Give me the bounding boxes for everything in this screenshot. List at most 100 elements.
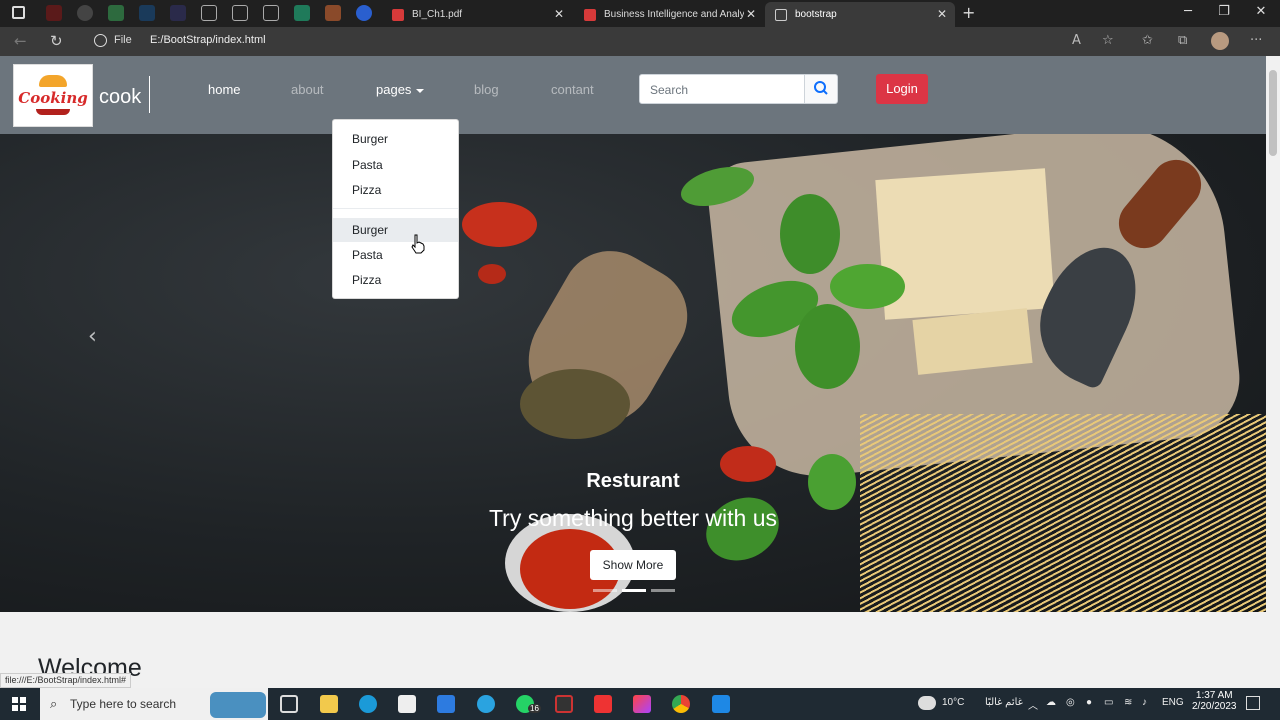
nav-about[interactable]: about (291, 82, 324, 97)
nav-blog[interactable]: blog (474, 82, 499, 97)
pinned-tab-m-icon[interactable] (325, 5, 341, 21)
nav-contant[interactable]: contant (551, 82, 594, 97)
carousel-indicator-active[interactable] (622, 589, 646, 592)
search-button[interactable] (804, 74, 838, 104)
carousel-indicator[interactable] (593, 589, 617, 592)
carousel-subtitle: Try something better with us (488, 505, 778, 531)
url-field[interactable]: E:/BootStrap/index.html (150, 34, 266, 46)
show-more-button[interactable]: Show More (590, 550, 676, 580)
pinned-doc-icon[interactable] (263, 5, 279, 21)
pages-dropdown-menu: Burger Pasta Pizza Burger Pasta Pizza (332, 119, 459, 299)
telegram-icon[interactable] (477, 695, 495, 713)
carousel-indicator[interactable] (651, 589, 675, 592)
close-tab-icon[interactable]: ✕ (554, 7, 564, 21)
pinned-tab-blue-icon[interactable] (356, 5, 372, 21)
dropdown-item-burger[interactable]: Burger (333, 127, 458, 151)
site-navbar: Cooking cook home about pages blog conta… (0, 56, 1266, 134)
taskbar-search-input[interactable]: ⌕ Type here to search (40, 688, 268, 720)
battery-icon[interactable]: ▭ (1104, 697, 1113, 708)
pinned-tab-1-icon[interactable] (46, 5, 62, 21)
wifi-icon[interactable]: ≋ (1124, 697, 1132, 708)
more-icon[interactable]: ··· (1250, 33, 1262, 48)
notifications-icon[interactable] (1246, 696, 1260, 710)
carousel-title: Resturant (586, 470, 680, 492)
page-scrollbar[interactable] (1266, 56, 1280, 688)
tab-business-intelligence[interactable]: Business Intelligence and Analytic ✕ (574, 2, 764, 27)
nav-pages[interactable]: pages (376, 82, 425, 97)
dropdown-item-pasta-2[interactable]: Pasta (333, 243, 458, 267)
windows-start-icon[interactable] (12, 697, 26, 711)
app-red-icon[interactable] (594, 695, 612, 713)
login-button[interactable]: Login (876, 74, 928, 104)
weather-temp[interactable]: 10°C (942, 697, 964, 708)
brand-name[interactable]: cook (99, 86, 141, 109)
search-icon (814, 81, 828, 95)
pinned-tab-drive-icon[interactable] (108, 5, 124, 21)
back-icon[interactable]: ← (14, 32, 27, 50)
nav-pages-label: pages (376, 82, 412, 97)
refresh-icon[interactable]: ↻ (50, 32, 63, 50)
maximize-icon[interactable]: ❐ (1209, 4, 1239, 19)
vscode-icon[interactable] (712, 695, 730, 713)
pinned-tab-4-icon[interactable] (139, 5, 155, 21)
chrome-icon[interactable] (672, 695, 690, 713)
site-logo[interactable]: Cooking (13, 64, 93, 127)
read-aloud-icon[interactable]: A (1072, 33, 1081, 48)
file-explorer-icon[interactable] (320, 695, 338, 713)
pdf-icon (584, 8, 596, 21)
store-icon[interactable] (398, 695, 416, 713)
app-heart-icon[interactable] (633, 695, 651, 713)
edge-icon[interactable] (359, 695, 377, 713)
browser-tab-strip: BI_Ch1.pdf ✕ Business Intelligence and A… (0, 0, 1280, 27)
avatar[interactable] (1211, 32, 1229, 50)
github-icon[interactable] (77, 5, 93, 21)
status-bar-url: file:///E:/BootStrap/index.html# (0, 673, 132, 688)
new-tab-icon[interactable]: + (962, 3, 975, 22)
pinned-doc-icon[interactable] (232, 5, 248, 21)
tab-bootstrap[interactable]: bootstrap ✕ (765, 2, 955, 27)
hero-carousel: ‹ Resturant Try something better with us… (0, 134, 1266, 612)
language-indicator[interactable]: ENG (1162, 697, 1184, 708)
pinned-tab-green-icon[interactable] (294, 5, 310, 21)
tab-bi-ch1[interactable]: BI_Ch1.pdf ✕ (382, 2, 572, 27)
dropdown-item-pasta[interactable]: Pasta (333, 153, 458, 177)
tray-chevron-icon[interactable]: ︿ (1028, 697, 1038, 712)
dropdown-item-burger-2[interactable]: Burger (333, 218, 458, 242)
windows-taskbar: ⌕ Type here to search 16 10°C غائم غالبً… (0, 688, 1280, 720)
task-view-icon[interactable] (280, 695, 298, 713)
carousel-prev-icon[interactable]: ‹ (88, 324, 97, 349)
pinned-doc-icon[interactable] (201, 5, 217, 21)
collections-icon[interactable]: ⧉ (1178, 33, 1187, 48)
network-icon[interactable]: ◎ (1066, 697, 1075, 708)
search-input[interactable]: Search (639, 74, 805, 104)
file-label: File (114, 34, 132, 46)
basil-leaf (795, 304, 860, 389)
pinned-tab-5-icon[interactable] (170, 5, 186, 21)
tab-actions-icon[interactable] (12, 6, 25, 19)
dropdown-item-pizza[interactable]: Pizza (333, 178, 458, 202)
clock-time: 1:37 AM (1195, 690, 1233, 701)
scrollbar-thumb[interactable] (1269, 70, 1277, 156)
volume-icon[interactable]: ♪ (1142, 697, 1147, 708)
mail-icon[interactable] (437, 695, 455, 713)
recorder-icon[interactable] (555, 695, 573, 713)
close-tab-icon[interactable]: ✕ (746, 7, 756, 21)
minimize-icon[interactable]: ─ (1173, 4, 1203, 19)
add-favorite-icon[interactable]: ☆ (1102, 33, 1114, 48)
brand-divider (149, 76, 150, 113)
caret-down-icon (416, 88, 425, 93)
favorites-icon[interactable]: ✩ (1142, 33, 1153, 48)
microphone-icon[interactable]: ● (1086, 697, 1092, 708)
dropdown-item-pizza-2[interactable]: Pizza (333, 268, 458, 292)
nav-home[interactable]: home (208, 82, 241, 97)
page-icon (775, 8, 787, 21)
address-bar: ← ↻ File E:/BootStrap/index.html A ☆ ✩ ⧉… (0, 27, 1280, 56)
onedrive-icon[interactable]: ☁ (1046, 697, 1056, 708)
close-window-icon[interactable]: ✕ (1246, 4, 1276, 19)
basil-leaf (830, 264, 905, 309)
system-clock[interactable]: 1:37 AM 2/20/2023 (1192, 690, 1237, 712)
pdf-icon (392, 8, 404, 21)
close-tab-icon[interactable]: ✕ (937, 7, 947, 21)
info-icon[interactable] (94, 34, 107, 47)
tomato-sauce (478, 264, 506, 284)
